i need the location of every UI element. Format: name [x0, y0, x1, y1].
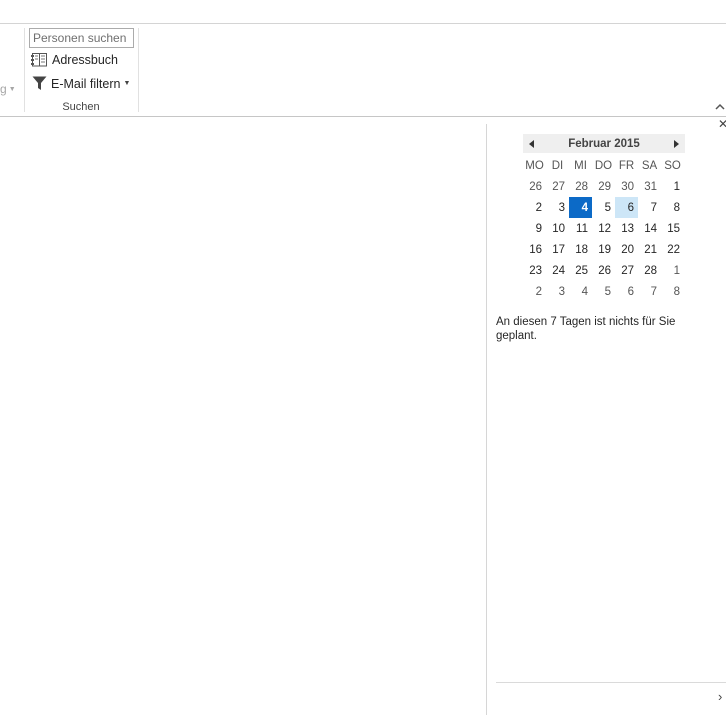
calendar-day[interactable]: 12 [592, 218, 615, 239]
filter-icon [32, 76, 47, 91]
chevron-right-icon[interactable]: › [718, 690, 722, 703]
address-book-icon [31, 53, 48, 67]
previous-group-button[interactable]: g ▼ [0, 82, 16, 96]
calendar-day[interactable]: 27 [546, 176, 569, 197]
next-month-button[interactable] [667, 134, 685, 153]
weekday-header: DI [551, 159, 564, 172]
no-events-text: An diesen 7 Tagen ist nichts für Sie gep… [496, 316, 676, 342]
previous-month-button[interactable] [523, 134, 541, 153]
search-people-input[interactable] [29, 28, 134, 48]
calendar-day[interactable]: 18 [569, 239, 592, 260]
filter-email-label: E-Mail filtern [51, 76, 121, 91]
calendar-day[interactable]: 26 [592, 260, 615, 281]
collapse-ribbon-button[interactable] [714, 100, 726, 112]
calendar-day[interactable]: 6 [615, 197, 638, 218]
weekday-header: SO [664, 159, 681, 172]
calendar-day[interactable]: 1 [661, 260, 684, 281]
calendar-day[interactable]: 5 [592, 197, 615, 218]
calendar-day[interactable]: 7 [638, 281, 661, 302]
calendar-day[interactable]: 19 [592, 239, 615, 260]
calendar-day[interactable]: 13 [615, 218, 638, 239]
calendar-month-title: Februar 2015 [568, 137, 640, 150]
calendar-day[interactable]: 20 [615, 239, 638, 260]
calendar-day[interactable]: 23 [523, 260, 546, 281]
cutoff-text: · · · [496, 706, 513, 715]
calendar-day[interactable]: 10 [546, 218, 569, 239]
calendar-day[interactable]: 29 [592, 176, 615, 197]
calendar-day[interactable]: 3 [546, 281, 569, 302]
calendar-day[interactable]: 28 [569, 176, 592, 197]
calendar-day[interactable]: 7 [638, 197, 661, 218]
chevron-up-icon [715, 103, 725, 110]
calendar-day[interactable]: 3 [546, 197, 569, 218]
calendar-day[interactable]: 31 [638, 176, 661, 197]
address-book-label: Adressbuch [52, 53, 119, 67]
calendar-day[interactable]: 17 [546, 239, 569, 260]
weekday-header: DO [594, 159, 613, 172]
dropdown-arrow-icon: ▼ [123, 80, 131, 87]
weekday-header: MO [525, 159, 544, 172]
calendar-day[interactable]: 21 [638, 239, 661, 260]
calendar-day[interactable]: 14 [638, 218, 661, 239]
calendar-day[interactable]: 26 [523, 176, 546, 197]
calendar-day[interactable]: 15 [661, 218, 684, 239]
group-separator [24, 28, 25, 112]
ribbon-bottom-border [0, 116, 726, 117]
search-group-label: Suchen [62, 101, 100, 113]
address-book-button[interactable]: Adressbuch [31, 53, 118, 67]
group-separator [138, 28, 139, 112]
calendar-day[interactable]: 1 [661, 176, 684, 197]
calendar-day[interactable]: 27 [615, 260, 638, 281]
calendar-day[interactable]: 30 [615, 176, 638, 197]
calendar-day[interactable]: 22 [661, 239, 684, 260]
calendar-header: Februar 2015 [523, 134, 685, 153]
weekday-header: MI [574, 159, 587, 172]
section-divider [496, 682, 726, 683]
close-peek-icon[interactable]: ✕ [718, 118, 726, 130]
calendar-day[interactable]: 9 [523, 218, 546, 239]
calendar-day[interactable]: 6 [615, 281, 638, 302]
triangle-left-icon [529, 139, 534, 148]
weekday-header: FR [618, 159, 635, 172]
filter-email-button[interactable]: E-Mail filtern ▼ [32, 76, 130, 91]
calendar-day[interactable]: 4 [569, 197, 592, 218]
dropdown-arrow-icon: ▼ [8, 86, 16, 93]
previous-group-label: g [0, 82, 7, 96]
calendar-day[interactable]: 25 [569, 260, 592, 281]
calendar-day[interactable]: 11 [569, 218, 592, 239]
calendar-day[interactable]: 5 [592, 281, 615, 302]
weekday-header: SA [641, 159, 658, 172]
calendar-day[interactable]: 16 [523, 239, 546, 260]
calendar-day[interactable]: 2 [523, 197, 546, 218]
calendar-day[interactable]: 24 [546, 260, 569, 281]
pane-divider[interactable] [486, 124, 487, 715]
calendar-day[interactable]: 28 [638, 260, 661, 281]
calendar-day[interactable]: 2 [523, 281, 546, 302]
calendar-day[interactable]: 8 [661, 197, 684, 218]
calendar-grid: MO DI MI DO FR SA SO 26 27 28 29 30 31 1 2 3 4 5 6 7 8 9 10 11 1… [523, 155, 684, 302]
triangle-right-icon [673, 139, 679, 148]
calendar-day[interactable]: 8 [661, 281, 684, 302]
calendar-day[interactable]: 4 [569, 281, 592, 302]
